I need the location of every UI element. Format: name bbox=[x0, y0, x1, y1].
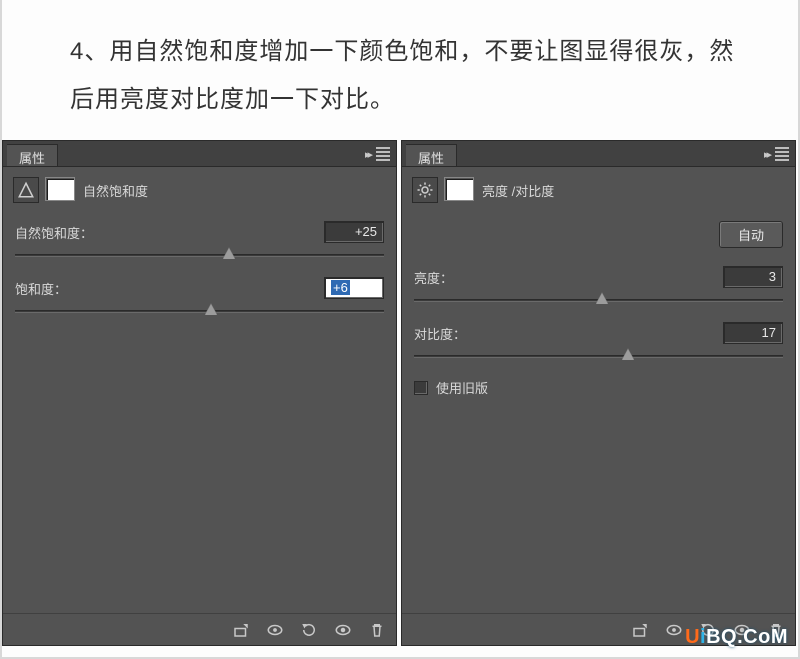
panel-tabbar: 属性 ▸▸ bbox=[402, 141, 795, 167]
watermark: UiBQ.CoM bbox=[685, 626, 788, 649]
brightness-slider[interactable] bbox=[414, 294, 783, 308]
contrast-control: 对比度： 17 bbox=[414, 322, 783, 364]
panel-menu-icon[interactable] bbox=[376, 145, 390, 163]
panel-body: 自动 亮度： 3 对比度： 17 bbox=[402, 215, 795, 613]
legacy-label: 使用旧版 bbox=[436, 378, 488, 397]
brightness-label: 亮度： bbox=[414, 268, 453, 287]
panel-header: 自然饱和度 bbox=[3, 167, 396, 215]
brightness-adjustment-icon[interactable] bbox=[412, 177, 438, 203]
properties-tab[interactable]: 属性 bbox=[7, 144, 58, 166]
brightness-value-input[interactable]: 3 bbox=[723, 266, 783, 288]
adjustment-title: 自然饱和度 bbox=[83, 181, 148, 200]
clip-to-layer-icon[interactable] bbox=[631, 621, 649, 639]
auto-button[interactable]: 自动 bbox=[719, 221, 783, 248]
panel-body: 自然饱和度： +25 饱和度： +6 bbox=[3, 215, 396, 613]
view-previous-icon[interactable] bbox=[266, 621, 284, 639]
clip-to-layer-icon[interactable] bbox=[232, 621, 250, 639]
instruction-text: 4、用自然饱和度增加一下颜色饱和，不要让图显得很灰，然后用亮度对比度加一下对比。 bbox=[0, 0, 800, 134]
legacy-checkbox-row[interactable]: 使用旧版 bbox=[414, 378, 783, 397]
panel-menu-icon[interactable] bbox=[775, 145, 789, 163]
brightness-control: 亮度： 3 bbox=[414, 266, 783, 308]
vibrance-slider[interactable] bbox=[15, 249, 384, 263]
vibrance-label: 自然饱和度： bbox=[15, 223, 93, 242]
vibrance-value-input[interactable]: +25 bbox=[324, 221, 384, 243]
properties-tab[interactable]: 属性 bbox=[406, 144, 457, 166]
panel-tabbar: 属性 ▸▸ bbox=[3, 141, 396, 167]
vibrance-panel: 属性 ▸▸ 自然饱和度 自然饱和度： +25 bbox=[2, 140, 397, 646]
vibrance-control: 自然饱和度： +25 bbox=[15, 221, 384, 263]
visibility-icon[interactable] bbox=[334, 621, 352, 639]
trash-icon[interactable] bbox=[368, 621, 386, 639]
saturation-control: 饱和度： +6 bbox=[15, 277, 384, 319]
contrast-value-input[interactable]: 17 bbox=[723, 322, 783, 344]
collapse-icon[interactable]: ▸▸ bbox=[365, 148, 370, 161]
panel-footer bbox=[3, 613, 396, 645]
saturation-slider[interactable] bbox=[15, 305, 384, 319]
reset-icon[interactable] bbox=[300, 621, 318, 639]
view-previous-icon[interactable] bbox=[665, 621, 683, 639]
layer-mask-thumb[interactable] bbox=[446, 179, 474, 201]
collapse-icon[interactable]: ▸▸ bbox=[764, 148, 769, 161]
panel-header: 亮度 /对比度 bbox=[402, 167, 795, 215]
contrast-label: 对比度： bbox=[414, 324, 466, 343]
brightness-contrast-panel: 属性 ▸▸ 亮度 /对比度 自动 亮度： 3 bbox=[401, 140, 796, 646]
saturation-label: 饱和度： bbox=[15, 279, 67, 298]
adjustment-title: 亮度 /对比度 bbox=[482, 181, 554, 200]
saturation-value-input[interactable]: +6 bbox=[324, 277, 384, 299]
vibrance-adjustment-icon[interactable] bbox=[13, 177, 39, 203]
layer-mask-thumb[interactable] bbox=[47, 179, 75, 201]
panels-row: 属性 ▸▸ 自然饱和度 自然饱和度： +25 bbox=[0, 140, 800, 646]
contrast-slider[interactable] bbox=[414, 350, 783, 364]
legacy-checkbox[interactable] bbox=[414, 381, 428, 395]
